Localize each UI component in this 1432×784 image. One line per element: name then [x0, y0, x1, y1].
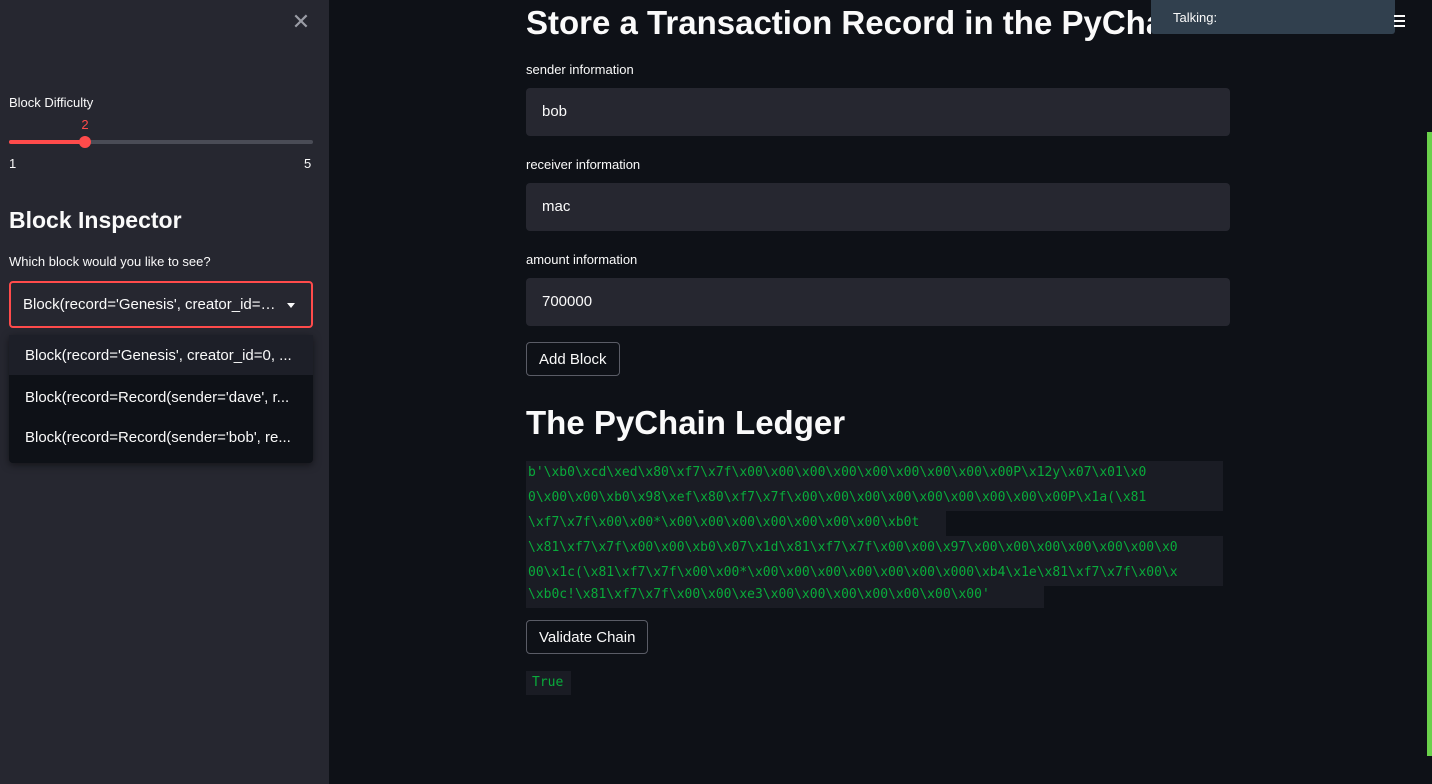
validation-result: True: [526, 671, 571, 695]
scrollbar[interactable]: [1427, 132, 1432, 756]
validate-chain-button[interactable]: Validate Chain: [526, 620, 649, 654]
ledger-line: \x81\xf7\x7f\x00\x00\xb0\x07\x1d\x81\xf7…: [526, 536, 1223, 561]
slider-max-label: 5: [304, 156, 312, 171]
block-select-dropdown: Block(record='Genesis', creator_id=0, ..…: [9, 335, 313, 463]
slider-current-value: 2: [81, 117, 89, 132]
talking-panel: Talking:: [1151, 0, 1395, 34]
dropdown-option[interactable]: Block(record=Record(sender='dave', r...: [9, 377, 313, 417]
amount-label: amount information: [526, 252, 638, 267]
slider-label: Block Difficulty: [9, 95, 94, 110]
receiver-input[interactable]: mac: [526, 183, 1230, 231]
ledger-line: 0\x00\x00\xb0\x98\xef\x80\xf7\x7f\x00\x0…: [526, 486, 1223, 511]
close-icon[interactable]: ✕: [290, 11, 312, 33]
sender-label: sender information: [526, 62, 634, 77]
talking-label: Talking:: [1173, 10, 1218, 25]
block-select-value: Block(record='Genesis', creator_id=0, ..…: [23, 296, 283, 313]
receiver-label: receiver information: [526, 157, 641, 172]
difficulty-slider[interactable]: [9, 136, 313, 148]
add-block-button[interactable]: Add Block: [526, 342, 620, 376]
ledger-line: b'\xb0\xcd\xed\x80\xf7\x7f\x00\x00\x00\x…: [526, 461, 1223, 486]
slider-fill: [9, 140, 85, 144]
hamburger-menu-icon[interactable]: [1394, 15, 1405, 27]
block-inspector-title: Block Inspector: [9, 207, 182, 233]
block-select[interactable]: Block(record='Genesis', creator_id=0, ..…: [9, 281, 313, 328]
sender-input[interactable]: bob: [526, 88, 1230, 136]
ledger-line: \xb0c!\x81\xf7\x7f\x00\x00\xe3\x00\x00\x…: [526, 583, 1044, 608]
ledger-line: \xf7\x7f\x00\x00*\x00\x00\x00\x00\x00\x0…: [526, 511, 946, 536]
dropdown-option[interactable]: Block(record=Record(sender='bob', re...: [9, 417, 313, 457]
sidebar: ✕ Block Difficulty 2 1 5 Block Inspector…: [0, 0, 329, 784]
ledger-title: The PyChain Ledger: [526, 404, 846, 441]
amount-input[interactable]: 700000: [526, 278, 1230, 326]
chevron-down-icon: [287, 303, 295, 308]
page-title: Store a Transaction Record in the PyChai…: [526, 4, 1151, 41]
block-select-label: Which block would you like to see?: [9, 254, 211, 269]
slider-thumb[interactable]: [79, 136, 91, 148]
slider-min-label: 1: [9, 156, 17, 171]
dropdown-option[interactable]: Block(record='Genesis', creator_id=0, ..…: [9, 335, 313, 375]
